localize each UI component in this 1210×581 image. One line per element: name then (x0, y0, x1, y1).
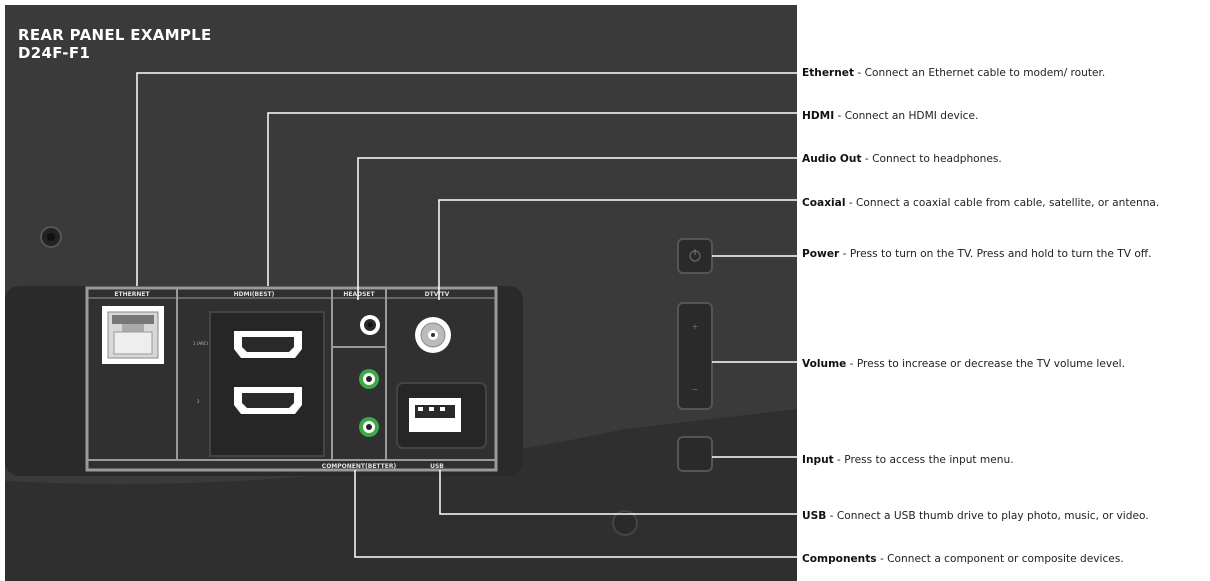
callout-audio-out: Audio Out - Connect to headphones. (802, 153, 1002, 165)
headset-jack (360, 315, 380, 335)
callout-name: Components (802, 553, 877, 565)
callout-volume: Volume - Press to increase or decrease t… (802, 358, 1125, 370)
callout-name: USB (802, 510, 827, 522)
label-usb: USB (430, 463, 444, 470)
rear-panel-diagram: ETHERNET HDMI(BEST) HEADSET DTV/TV COMPO… (5, 72, 797, 581)
label-hdmi: HDMI(BEST) (234, 291, 275, 298)
callout-coaxial: Coaxial - Connect a coaxial cable from c… (802, 197, 1160, 209)
label-ethernet: ETHERNET (114, 291, 150, 298)
callout-name: Power (802, 248, 840, 260)
leader-coaxial (438, 199, 797, 300)
callout-input: Input - Press to access the input menu. (802, 454, 1014, 466)
component-jack-2 (359, 417, 379, 437)
svg-text:+: + (692, 322, 699, 331)
power-button (677, 238, 713, 274)
callout-name: Volume (802, 358, 847, 370)
svg-text:−: − (692, 385, 699, 394)
model-number: D24F-F1 (18, 44, 91, 62)
component-jack-1 (359, 369, 379, 389)
leader-audio-out (357, 157, 797, 300)
callout-text: Press to increase or decrease the TV vol… (856, 358, 1125, 370)
svg-text:1 (ARC): 1 (ARC) (193, 341, 208, 346)
callout-name: Ethernet (802, 67, 855, 79)
callout-text: Connect a USB thumb drive to play photo,… (836, 510, 1149, 522)
callout-name: Audio Out (802, 153, 862, 165)
hdmi-port-2 (234, 387, 302, 414)
label-dtv: DTV/TV (425, 291, 450, 298)
rear-panel-image: ETHERNET HDMI(BEST) HEADSET DTV/TV COMPO… (5, 5, 797, 581)
callout-text: Connect a coaxial cable from cable, sate… (856, 197, 1160, 209)
callout-hdmi: HDMI - Connect an HDMI device. (802, 110, 979, 122)
usb-port (409, 398, 461, 432)
coaxial-port (415, 317, 451, 353)
callout-text: Press to turn on the TV. Press and hold … (849, 248, 1152, 260)
callout-text: Connect to headphones. (872, 153, 1002, 165)
callout-name: Input (802, 454, 834, 466)
input-button (677, 436, 713, 472)
callout-power: Power - Press to turn on the TV. Press a… (802, 248, 1152, 260)
label-headset: HEADSET (343, 291, 375, 298)
callout-text: Press to access the input menu. (844, 454, 1014, 466)
callout-name: Coaxial (802, 197, 846, 209)
hdmi-port-1 (234, 331, 302, 358)
callout-usb: USB - Connect a USB thumb drive to play … (802, 510, 1149, 522)
callout-text: Connect an HDMI device. (844, 110, 979, 122)
diagram-title: REAR PANEL EXAMPLE (18, 26, 212, 44)
callout-name: HDMI (802, 110, 835, 122)
callout-text: Connect a component or composite devices… (887, 553, 1124, 565)
callout-components: Components - Connect a component or comp… (802, 553, 1124, 565)
ethernet-port (102, 306, 164, 364)
label-component: COMPONENT(BETTER) (322, 463, 397, 470)
callout-ethernet: Ethernet - Connect an Ethernet cable to … (802, 67, 1106, 79)
callout-text: Connect an Ethernet cable to modem/ rout… (864, 67, 1106, 79)
